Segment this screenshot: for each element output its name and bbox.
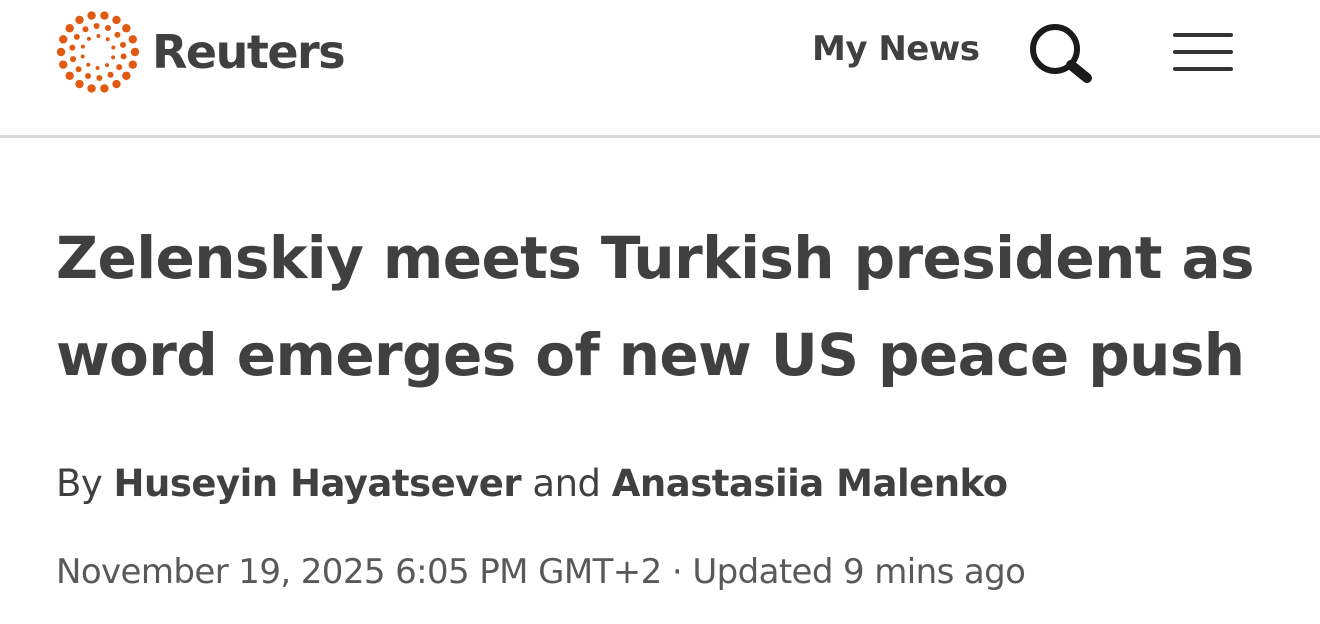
logo-dot — [56, 47, 66, 57]
logo-dot — [80, 44, 85, 49]
reuters-logo-icon — [56, 11, 140, 93]
logo-dot — [87, 84, 96, 93]
logo-dot — [114, 31, 121, 38]
logo-dot — [128, 35, 137, 44]
logo-dot — [86, 36, 91, 41]
byline: By Huseyin Hayatsever and Anastasiia Mal… — [56, 459, 1008, 509]
logo-dot — [75, 15, 84, 25]
logo-dot — [95, 65, 100, 70]
logo-dot — [86, 62, 91, 67]
logo-dot — [87, 11, 96, 20]
site-header: Reuters My News — [0, 0, 1320, 138]
my-news-link[interactable]: My News — [812, 29, 980, 69]
logo-dot — [104, 25, 111, 31]
logo-dot — [65, 24, 74, 33]
headline-line-1: Zelenskiy meets Turkish president as — [56, 224, 1255, 292]
logo-dot — [107, 71, 114, 78]
byline-prefix: By — [56, 462, 103, 505]
search-button[interactable] — [1026, 20, 1096, 86]
logo-dot — [59, 35, 68, 44]
logo-dot — [85, 73, 92, 79]
author-link-1[interactable]: Huseyin Hayatsever — [114, 462, 522, 505]
logo-dot — [93, 23, 100, 30]
published-timestamp: November 19, 2025 6:05 PM GMT+2 — [56, 552, 662, 592]
logo-dot — [122, 24, 131, 33]
reuters-logo[interactable]: Reuters — [56, 10, 346, 94]
article-headline: Zelenskiy meets Turkish president as wor… — [56, 210, 1256, 404]
logo-dot — [100, 84, 109, 93]
logo-dot — [100, 11, 109, 20]
byline-conjunction: and — [532, 462, 601, 505]
logo-dot — [82, 26, 89, 33]
logo-dot — [112, 15, 121, 25]
logo-dot — [73, 33, 80, 40]
logo-dot — [65, 71, 74, 80]
logo-dot — [69, 44, 76, 51]
article-dateline: November 19, 2025 6:05 PM GMT+2 · Update… — [56, 547, 1026, 597]
logo-dot — [111, 45, 116, 50]
dateline-separator: · — [671, 552, 683, 592]
hamburger-menu-icon — [1173, 33, 1233, 71]
logo-dot — [59, 60, 68, 69]
logo-dot — [105, 37, 110, 42]
logo-dot — [120, 53, 127, 60]
search-icon — [1030, 24, 1092, 83]
logo-dot — [122, 71, 131, 80]
updated-timestamp: Updated 9 mins ago — [692, 552, 1026, 592]
logo-dot — [130, 47, 140, 57]
headline-line-2: word emerges of new US peace push — [56, 321, 1245, 389]
logo-dot — [96, 74, 103, 81]
logo-dot — [75, 66, 82, 73]
menu-button[interactable] — [1170, 26, 1236, 80]
logo-dot — [116, 64, 123, 71]
logo-dot — [75, 79, 84, 89]
logo-dot — [105, 63, 110, 68]
logo-dot — [111, 55, 116, 60]
logo-dot — [80, 54, 85, 59]
logo-dot — [70, 56, 76, 63]
logo-dot — [120, 41, 126, 48]
author-link-2[interactable]: Anastasiia Malenko — [612, 462, 1008, 505]
logo-dot — [128, 60, 137, 69]
logo-wordmark: Reuters — [152, 25, 346, 79]
logo-dot — [112, 79, 121, 89]
logo-dot — [96, 34, 101, 39]
